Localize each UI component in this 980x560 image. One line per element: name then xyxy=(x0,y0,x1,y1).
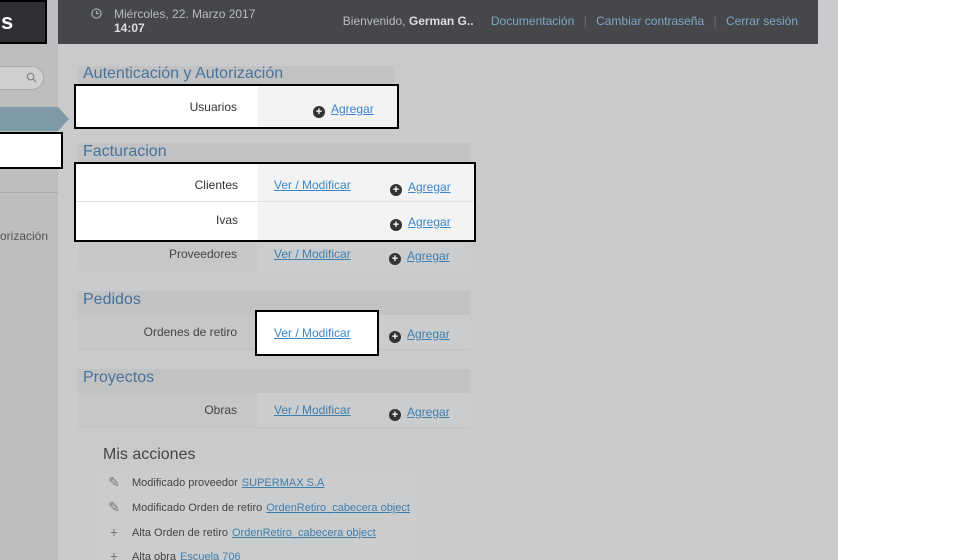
action-text: Modificado proveedor xyxy=(132,477,238,489)
action-item: + Alta Orden de retiro OrdenRetiro_cabece… xyxy=(98,521,418,545)
pencil-icon: ✎ xyxy=(108,474,120,490)
view-clientes-link[interactable]: Ver / Modificar xyxy=(274,178,351,192)
screen-frame: s orización Miércoles, 22. Marzo 2017 14… xyxy=(0,0,838,560)
module-fact-title: Facturacion xyxy=(83,143,167,160)
plus-icon: + xyxy=(109,524,119,540)
row-label-ivas: Ivas xyxy=(215,213,238,227)
sidebar-item-label[interactable]: orización xyxy=(0,229,48,243)
date-text: Miércoles, 22. Marzo 2017 xyxy=(114,7,256,21)
view-obras-link[interactable]: Ver / Modificar xyxy=(274,403,351,417)
pencil-icon: ✎ xyxy=(108,499,120,515)
plus-icon: + xyxy=(109,548,119,560)
view-ordenes-link[interactable]: Ver / Modificar xyxy=(274,326,351,340)
add-icon[interactable]: + xyxy=(389,331,401,343)
action-link[interactable]: OrdenRetiro_cabecera object xyxy=(266,502,410,514)
action-link[interactable]: Escuela 706 xyxy=(180,551,241,560)
sidebar-item-selected[interactable] xyxy=(0,107,58,131)
row-label-usuarios: Usuarios xyxy=(189,100,237,114)
action-item: ✎ Modificado proveedor SUPERMAX S.A xyxy=(98,471,418,495)
popup-usuarios: Usuarios + Agregar xyxy=(74,84,399,129)
add-obras-link[interactable]: Agregar xyxy=(407,405,450,419)
change-password-link[interactable]: Cambiar contraseña xyxy=(596,14,704,28)
add-ordenes-link[interactable]: Agregar xyxy=(407,327,450,341)
clock-icon xyxy=(91,8,102,19)
logo-text: s xyxy=(1,9,14,34)
selected-arrow xyxy=(58,107,69,131)
user-name: German G.. xyxy=(408,14,474,28)
actions-title: Mis acciones xyxy=(103,446,196,463)
add-ivas-link[interactable]: Agregar xyxy=(408,215,451,229)
action-text: Modificado Orden de retiro xyxy=(132,502,263,514)
add-clientes-link[interactable]: Agregar xyxy=(408,180,451,194)
add-icon[interactable]: + xyxy=(389,409,401,421)
module-pedidos-title: Pedidos xyxy=(83,291,141,308)
add-usuarios-link[interactable]: Agregar xyxy=(331,102,374,116)
search-icon[interactable] xyxy=(26,72,37,83)
welcome-text: Bienvenido, xyxy=(342,14,406,28)
user-links: Bienvenido, German G.. Documentación | C… xyxy=(343,14,798,28)
add-proveedores-link[interactable]: Agregar xyxy=(407,249,450,263)
top-bar: Miércoles, 22. Marzo 2017 14:07 Bienveni… xyxy=(58,0,818,44)
row-label-proveedores: Proveedores xyxy=(168,247,237,261)
popup-facturacion: Clientes Ver / Modificar + Agregar Ivas +… xyxy=(74,162,476,242)
action-item: ✎ Modificado Orden de retiro OrdenRetiro_… xyxy=(98,496,418,520)
documentation-link[interactable]: Documentación xyxy=(491,14,574,28)
sidebar-highlight-box[interactable] xyxy=(0,132,63,169)
sidebar-divider xyxy=(0,192,58,193)
add-icon[interactable]: + xyxy=(313,106,325,118)
row-label-ordenes: Ordenes de retiro xyxy=(143,325,237,339)
module-proyectos-title: Proyectos xyxy=(83,369,155,386)
separator: | xyxy=(583,14,587,28)
action-link[interactable]: SUPERMAX S.A xyxy=(242,477,325,489)
top-strip xyxy=(818,0,838,44)
row-divider xyxy=(76,201,474,202)
row-proveedores: Proveedores Ver / Modificar + Agregar xyxy=(78,237,470,271)
row-obras: Obras Ver / Modificar + Agregar xyxy=(78,393,470,427)
action-link[interactable]: OrdenRetiro_cabecera object xyxy=(232,527,376,539)
row-label-obras: Obras xyxy=(204,403,237,417)
row-label-clientes: Clientes xyxy=(194,178,238,192)
action-item: + Alta obra Escuela 706 xyxy=(98,545,418,560)
search-input[interactable] xyxy=(0,66,44,90)
current-date: Miércoles, 22. Marzo 2017 14:07 xyxy=(114,7,255,35)
sidebar: s orización xyxy=(0,0,69,560)
action-text: Alta Orden de retiro xyxy=(132,527,228,539)
logout-link[interactable]: Cerrar sesión xyxy=(726,14,798,28)
add-icon[interactable]: + xyxy=(389,253,401,265)
add-icon[interactable]: + xyxy=(390,219,402,231)
module-auth-title: Autenticación y Autorización xyxy=(83,65,284,82)
add-icon[interactable]: + xyxy=(390,184,402,196)
action-text: Alta obra xyxy=(132,551,177,560)
popup-ordenes: Ver / Modificar xyxy=(255,310,379,356)
view-proveedores-link[interactable]: Ver / Modificar xyxy=(274,247,351,261)
time-text: 14:07 xyxy=(114,21,145,35)
separator: | xyxy=(713,14,717,28)
logo: s xyxy=(0,0,47,44)
